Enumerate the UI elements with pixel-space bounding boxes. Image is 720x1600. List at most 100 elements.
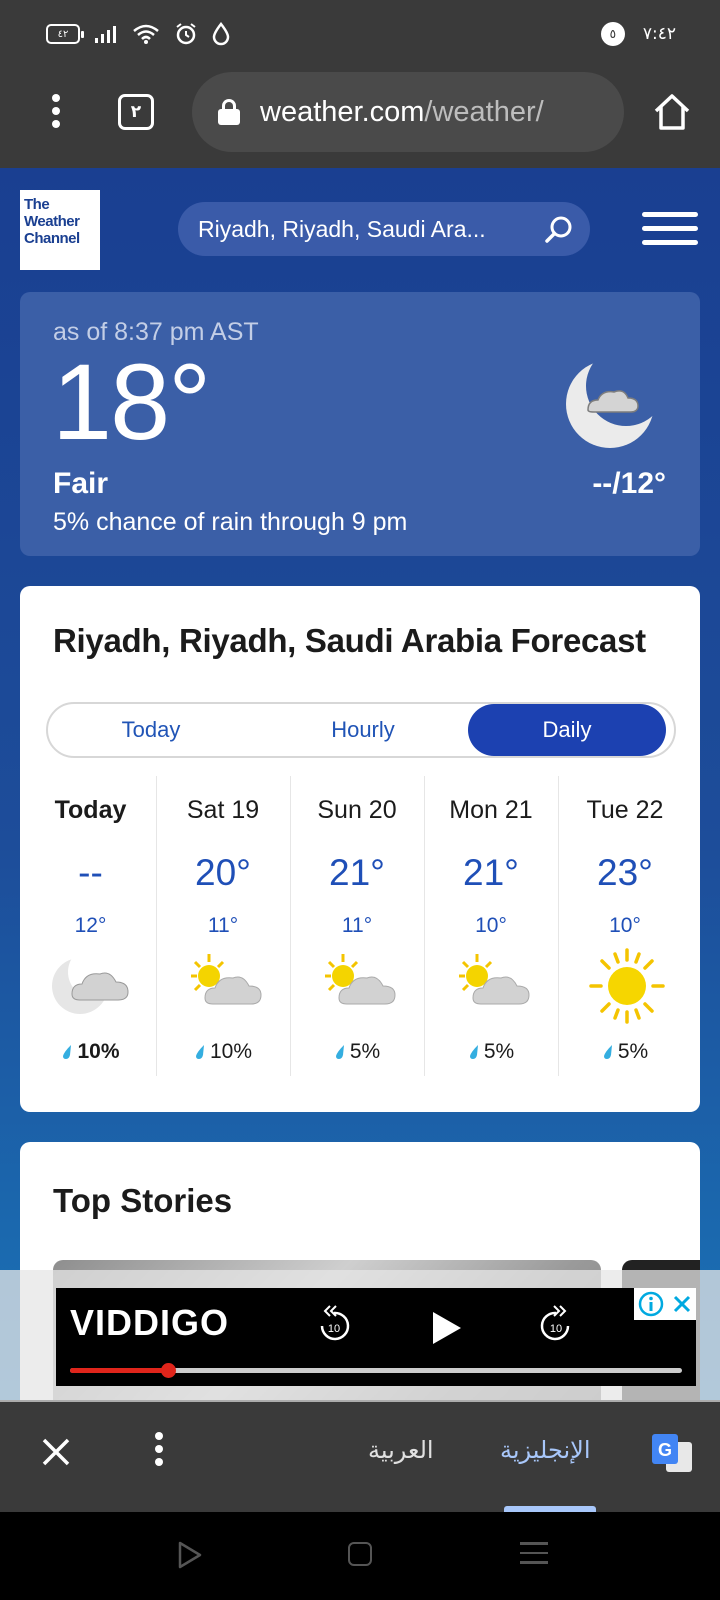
forecast-day-mon[interactable]: Mon 21 21° 10° 5% <box>424 776 557 1076</box>
clock: ٧:٤٢ <box>642 24 676 44</box>
tab-switcher-button[interactable]: ٢ <box>118 94 154 130</box>
url-text[interactable]: weather.com/weather/ <box>260 96 544 129</box>
day-high: 21° <box>329 852 385 893</box>
forecast-tabs: Today Hourly Daily <box>46 702 676 758</box>
google-translate-icon[interactable]: G <box>650 1432 694 1476</box>
translate-more-options-button[interactable] <box>152 1432 166 1472</box>
recents-icon[interactable] <box>520 1542 548 1568</box>
lock-icon[interactable] <box>218 99 240 125</box>
rewind-10-icon[interactable]: 10 <box>314 1302 354 1346</box>
forward-seconds: 10 <box>550 1323 562 1335</box>
day-precip-value: 10% <box>209 1040 253 1063</box>
close-ad-icon[interactable] <box>672 1294 692 1314</box>
target-language-tab[interactable]: الإنجليزية <box>500 1436 591 1464</box>
forecast-day-sun[interactable]: Sun 20 21° 11° 5% <box>290 776 423 1076</box>
source-language-tab[interactable]: العربية <box>368 1436 434 1464</box>
day-precip: 10% <box>157 1040 289 1064</box>
condition-phrase: Fair <box>53 467 109 500</box>
day-precip-value: 10% <box>77 1040 120 1063</box>
search-value: Riyadh, Riyadh, Saudi Ara... <box>198 215 486 242</box>
sunny-icon <box>589 948 665 1024</box>
translate-bar: العربية الإنجليزية G <box>0 1402 720 1512</box>
day-name: Mon 21 <box>449 796 533 824</box>
day-low: 10° <box>475 914 507 937</box>
tab-label: Hourly <box>331 717 395 742</box>
ad-banner: VIDDIGO 10 10 <box>0 1270 720 1402</box>
day-low: 12° <box>74 914 107 937</box>
day-name: Sun 20 <box>317 796 397 824</box>
day-low: 11° <box>207 914 239 937</box>
wifi-icon <box>133 24 159 44</box>
day-low: 11° <box>341 914 373 937</box>
forecast-day-today[interactable]: Today -- 12° 10% <box>24 776 157 1076</box>
day-low: 10° <box>609 914 641 937</box>
logo-line: The <box>24 196 50 213</box>
url-path: /weather/ <box>424 95 544 128</box>
signal-icon <box>95 26 116 43</box>
forecast-card: Riyadh, Riyadh, Saudi Arabia Forecast To… <box>20 586 700 1112</box>
address-bar[interactable]: weather.com/weather/ <box>192 72 624 152</box>
current-temperature: 18° <box>52 341 211 462</box>
moon-cloud-icon <box>52 958 129 1014</box>
svg-text:G: G <box>658 1440 672 1460</box>
tab-today[interactable]: Today <box>48 704 254 756</box>
day-name: Tue 22 <box>586 796 664 824</box>
tab-label: Today <box>121 717 181 742</box>
home-nav-icon[interactable] <box>348 1542 372 1566</box>
back-icon[interactable] <box>176 1540 204 1570</box>
browser-menu-button[interactable] <box>44 94 68 134</box>
top-stories-title: Top Stories <box>53 1182 233 1219</box>
weather-page: The Weather Channel Riyadh, Riyadh, Saud… <box>0 168 720 1400</box>
daily-forecast-list: Today -- 12° 10% Sat 19 20° 11° 10% Sun … <box>20 776 700 1096</box>
notification-count: ٥ <box>609 27 617 41</box>
weather-channel-logo[interactable]: The Weather Channel <box>20 190 100 270</box>
data-saver-icon <box>212 22 230 46</box>
moon-cloud-icon <box>566 360 654 448</box>
forecast-day-tue[interactable]: Tue 22 23° 10° 5% <box>558 776 691 1076</box>
tab-hourly[interactable]: Hourly <box>260 704 466 756</box>
forecast-day-sat[interactable]: Sat 19 20° 11° 10% <box>156 776 289 1076</box>
current-conditions-card[interactable]: as of 8:37 pm AST 18° Fair 5% chance of … <box>20 292 700 556</box>
rewind-seconds: 10 <box>328 1323 340 1335</box>
forward-10-icon[interactable]: 10 <box>536 1302 576 1346</box>
raindrop-icon <box>469 1045 478 1059</box>
url-host: weather.com <box>260 95 425 128</box>
day-high: 20° <box>195 852 251 893</box>
info-icon[interactable] <box>638 1291 664 1317</box>
tab-count: ٢ <box>130 102 142 122</box>
adchoices-button[interactable] <box>634 1288 696 1320</box>
play-icon[interactable] <box>430 1310 464 1346</box>
forecast-title: Riyadh, Riyadh, Saudi Arabia Forecast <box>53 622 646 659</box>
day-name: Today <box>54 796 127 824</box>
partly-sunny-icon <box>191 954 262 1005</box>
day-high: -- <box>78 852 103 893</box>
day-precip: 10% <box>24 1040 157 1064</box>
battery-level: ٤٢ <box>57 28 69 40</box>
home-icon[interactable] <box>652 92 692 132</box>
partly-sunny-icon <box>325 954 396 1005</box>
ad-progress-knob[interactable] <box>160 1363 176 1378</box>
day-precip-value: 5% <box>483 1040 515 1063</box>
day-precip: 5% <box>291 1040 423 1064</box>
precip-chance: 5% chance of rain through 9 pm <box>53 508 408 536</box>
ad-brand: VIDDIGO <box>70 1302 230 1343</box>
raindrop-icon <box>335 1045 344 1059</box>
browser-toolbar: ٢ weather.com/weather/ <box>0 70 720 168</box>
day-high: 21° <box>463 852 519 893</box>
location-search-input[interactable]: Riyadh, Riyadh, Saudi Ara... <box>178 202 590 256</box>
ad-progress-bar[interactable] <box>70 1363 682 1378</box>
day-high: 23° <box>597 852 653 893</box>
hamburger-menu-icon[interactable] <box>642 212 698 246</box>
notification-badge: ٥ <box>600 22 625 46</box>
raindrop-icon <box>63 1045 72 1059</box>
status-bar: ٤٢ ٥ ٧:٤٢ <box>0 0 720 70</box>
tab-daily[interactable]: Daily <box>468 704 666 756</box>
alarm-icon <box>176 23 196 45</box>
system-navigation-bar <box>0 1512 720 1600</box>
close-icon[interactable] <box>40 1436 72 1468</box>
logo-line: Weather <box>24 213 80 230</box>
video-ad[interactable]: VIDDIGO 10 10 <box>56 1288 696 1386</box>
search-icon[interactable] <box>544 215 574 245</box>
raindrop-icon <box>195 1045 204 1059</box>
partly-sunny-icon <box>459 954 530 1005</box>
